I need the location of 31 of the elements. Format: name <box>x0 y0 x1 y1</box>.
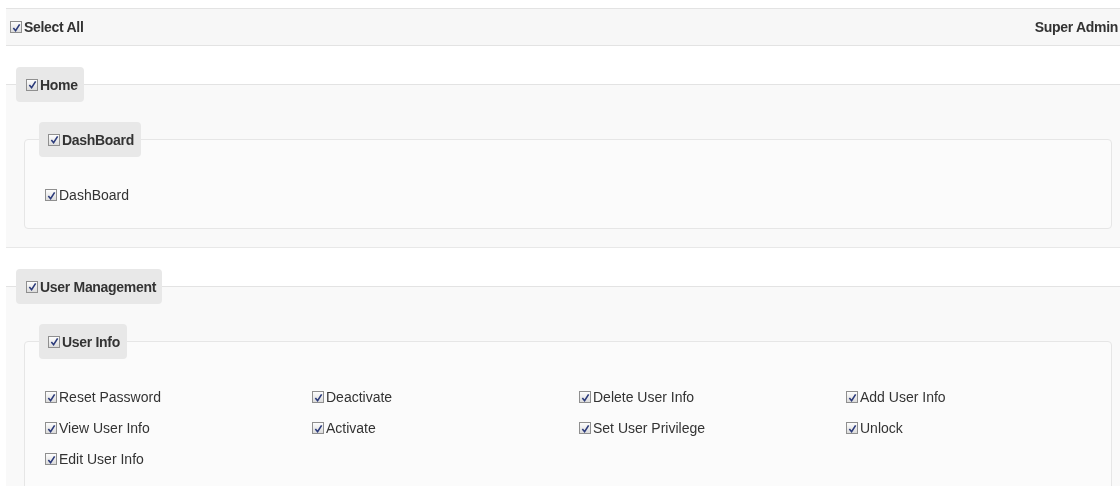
checkbox[interactable] <box>45 391 57 403</box>
permission-label[interactable]: View User Info <box>59 418 150 438</box>
checkbox[interactable] <box>26 280 38 293</box>
checkbox[interactable] <box>846 391 858 403</box>
checkbox[interactable] <box>579 422 591 434</box>
checkbox[interactable] <box>48 335 60 348</box>
permission-label[interactable]: Reset Password <box>59 387 161 407</box>
checkbox[interactable] <box>312 422 324 434</box>
permission-label[interactable]: Set User Privilege <box>593 418 706 438</box>
checkbox[interactable] <box>26 78 38 91</box>
checkbox[interactable] <box>10 21 22 33</box>
group-label[interactable]: User Info <box>62 331 120 352</box>
permission-label[interactable]: Delete User Info <box>593 387 695 407</box>
permission-label[interactable]: Edit User Info <box>59 449 144 469</box>
section-label[interactable]: Home <box>40 74 78 95</box>
checkbox[interactable] <box>579 391 591 403</box>
permission-label[interactable]: Unlock <box>860 418 903 438</box>
permission-label[interactable]: DashBoard <box>59 185 130 205</box>
select-all-label[interactable]: Select All <box>24 17 84 37</box>
section-label[interactable]: User Management <box>40 276 157 297</box>
checkbox[interactable] <box>846 422 858 434</box>
group-label[interactable]: DashBoard <box>62 129 134 150</box>
checkbox[interactable] <box>45 453 57 465</box>
permission-label[interactable]: Activate <box>326 418 376 438</box>
permission-label[interactable]: Deactivate <box>326 387 393 407</box>
permission-label[interactable]: Add User Info <box>860 387 946 407</box>
role-label: Super Admin <box>1034 19 1118 35</box>
checkbox[interactable] <box>312 391 324 403</box>
checkbox[interactable] <box>48 133 60 146</box>
checkbox[interactable] <box>45 189 57 201</box>
checkbox[interactable] <box>45 422 57 434</box>
